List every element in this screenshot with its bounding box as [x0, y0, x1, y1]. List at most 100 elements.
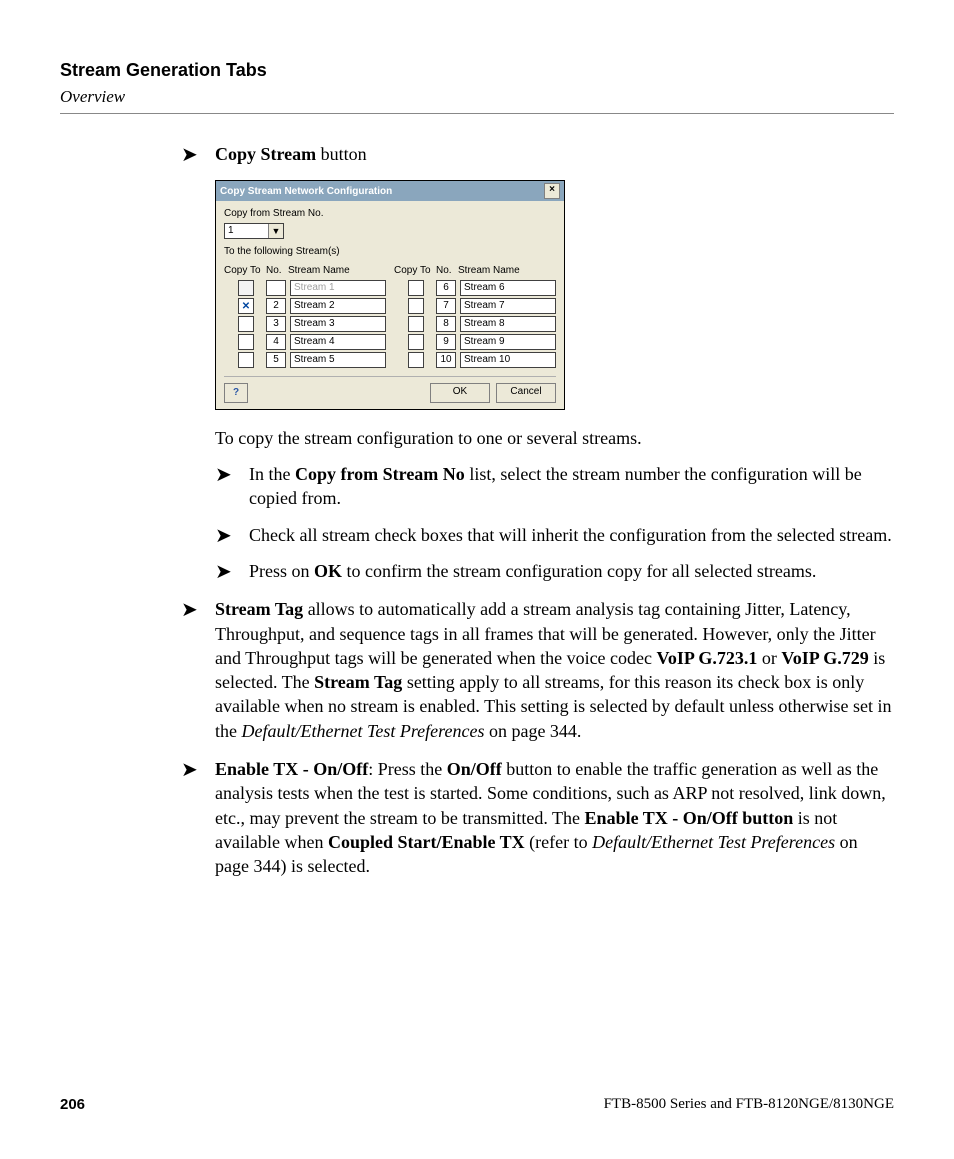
stream-column-left: Copy To No. Stream Name Stream 1✕2Stream… [224, 264, 386, 370]
text-bold: Copy from Stream No [295, 464, 465, 484]
stream-number: 4 [266, 334, 286, 350]
copy-stream-label-bold: Copy Stream [215, 144, 316, 164]
stream-name: Stream 8 [460, 316, 556, 332]
sub-item-check-all: ➤ Check all stream check boxes that will… [249, 523, 894, 547]
cancel-button[interactable]: Cancel [496, 383, 556, 403]
copy-to-checkbox[interactable] [408, 352, 424, 368]
stream-name: Stream 3 [290, 316, 386, 332]
text-bold: VoIP G.729 [781, 648, 868, 668]
dialog-button-row: ? OK Cancel [224, 376, 556, 403]
chevron-down-icon: ▼ [268, 224, 283, 238]
list-item-stream-tag: ➤ Stream Tag allows to automatically add… [215, 597, 894, 743]
hdr-no: No. [266, 264, 288, 278]
stream-row: Stream 1 [224, 280, 386, 297]
header-rule [60, 113, 894, 114]
stream-number: 2 [266, 298, 286, 314]
hdr-copy-to: Copy To [394, 264, 436, 278]
dialog-title: Copy Stream Network Configuration [220, 185, 392, 199]
stream-name: Stream 7 [460, 298, 556, 314]
stream-column-right: Copy To No. Stream Name 6Stream 67Stream… [394, 264, 556, 370]
text-bold: Enable TX - On/Off [215, 759, 368, 779]
copy-stream-dialog: Copy Stream Network Configuration × Copy… [215, 180, 565, 410]
help-icon: ? [233, 386, 239, 400]
text: on page 344. [484, 721, 581, 741]
text-bold: VoIP G.723.1 [657, 648, 758, 668]
copy-from-combo[interactable]: 1 ▼ [224, 223, 284, 239]
stream-name: Stream 5 [290, 352, 386, 368]
stream-number [266, 280, 286, 296]
stream-row: 10Stream 10 [394, 352, 556, 369]
help-button[interactable]: ? [224, 383, 248, 403]
copy-to-checkbox[interactable] [408, 280, 424, 296]
page-footer: 206 FTB-8500 Series and FTB-8120NGE/8130… [60, 1096, 894, 1113]
stream-row: 5Stream 5 [224, 352, 386, 369]
stream-name: Stream 9 [460, 334, 556, 350]
list-item-copy-stream: ➤ Copy Stream button [215, 142, 894, 166]
sub-item-copy-from: ➤ In the Copy from Stream No list, selec… [249, 462, 894, 511]
hdr-stream-name: Stream Name [458, 264, 556, 278]
column-header: Copy To No. Stream Name [224, 264, 386, 278]
product-line: FTB-8500 Series and FTB-8120NGE/8130NGE [604, 1096, 894, 1113]
text-bold: On/Off [447, 759, 502, 779]
dialog-figure: Copy Stream Network Configuration × Copy… [215, 180, 894, 410]
copy-to-checkbox[interactable] [408, 298, 424, 314]
stream-number: 9 [436, 334, 456, 350]
text-bold: OK [314, 561, 342, 581]
bullet-arrow-icon: ➤ [181, 600, 198, 620]
list-item-enable-tx: ➤ Enable TX - On/Off: Press the On/Off b… [215, 757, 894, 878]
text-bold: Stream Tag [314, 672, 402, 692]
text: Press on [249, 561, 314, 581]
stream-name: Stream 1 [290, 280, 386, 296]
copy-to-checkbox[interactable] [238, 352, 254, 368]
stream-row: 8Stream 8 [394, 316, 556, 333]
copy-to-checkbox[interactable] [238, 334, 254, 350]
bullet-arrow-icon: ➤ [181, 145, 198, 165]
combo-value: 1 [228, 224, 234, 238]
copy-to-checkbox[interactable] [238, 280, 254, 296]
hdr-no: No. [436, 264, 458, 278]
stream-row: 9Stream 9 [394, 334, 556, 351]
copy-from-label: Copy from Stream No. [224, 207, 556, 221]
stream-name: Stream 4 [290, 334, 386, 350]
stream-name: Stream 10 [460, 352, 556, 368]
copy-to-checkbox[interactable] [408, 334, 424, 350]
copy-to-checkbox[interactable] [408, 316, 424, 332]
stream-row: ✕ 2Stream 2 [224, 298, 386, 315]
text: (refer to [525, 832, 592, 852]
sub-list: ➤ In the Copy from Stream No list, selec… [249, 462, 894, 583]
stream-row: 7Stream 7 [394, 298, 556, 315]
copy-stream-label-rest: button [316, 144, 367, 164]
bullet-arrow-icon: ➤ [181, 760, 198, 780]
copy-to-checkbox[interactable]: ✕ [238, 298, 254, 314]
copy-to-checkbox[interactable] [238, 316, 254, 332]
stream-row: 6Stream 6 [394, 280, 556, 297]
text: or [757, 648, 781, 668]
stream-name: Stream 2 [290, 298, 386, 314]
text: : Press the [368, 759, 447, 779]
lead-paragraph: To copy the stream configuration to one … [215, 426, 894, 450]
stream-columns: Copy To No. Stream Name Stream 1✕2Stream… [224, 264, 556, 370]
text-italic: Default/Ethernet Test Preferences [242, 721, 485, 741]
text-bold: Stream Tag [215, 599, 303, 619]
bullet-arrow-icon: ➤ [215, 562, 232, 582]
dialog-titlebar: Copy Stream Network Configuration × [216, 181, 564, 201]
stream-row: 4Stream 4 [224, 334, 386, 351]
column-header: Copy To No. Stream Name [394, 264, 556, 278]
stream-number: 10 [436, 352, 456, 368]
stream-name: Stream 6 [460, 280, 556, 296]
stream-number: 6 [436, 280, 456, 296]
hdr-copy-to: Copy To [224, 264, 266, 278]
page-number: 206 [60, 1096, 85, 1113]
text-bold: Coupled Start/Enable TX [328, 832, 525, 852]
stream-number: 3 [266, 316, 286, 332]
ok-button[interactable]: OK [430, 383, 490, 403]
text-italic: Default/Ethernet Test Preferences [592, 832, 835, 852]
text: to confirm the stream configuration copy… [342, 561, 816, 581]
sub-item-press-ok: ➤ Press on OK to confirm the stream conf… [249, 559, 894, 583]
close-icon[interactable]: × [544, 183, 560, 199]
body-content: ➤ Copy Stream button Copy Stream Network… [215, 142, 894, 879]
bullet-arrow-icon: ➤ [215, 526, 232, 546]
text-bold: Enable TX - On/Off button [585, 808, 794, 828]
text: Check all stream check boxes that will i… [249, 525, 892, 545]
hdr-stream-name: Stream Name [288, 264, 386, 278]
